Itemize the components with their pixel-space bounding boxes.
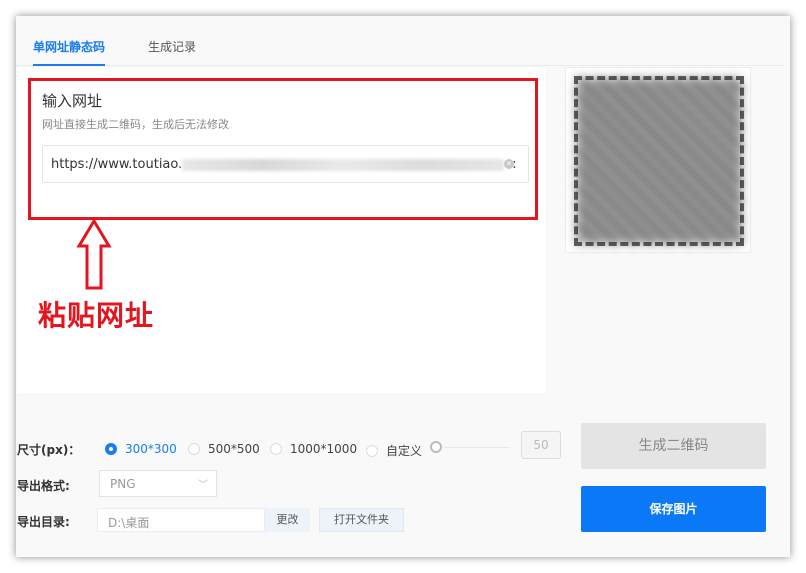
change-directory-button[interactable]: 更改 (265, 508, 310, 532)
tab-single-url-static[interactable]: 单网址静态码 (33, 38, 106, 66)
format-select[interactable]: PNG ﹀ (99, 470, 217, 497)
size-option-custom[interactable]: 自定义 (366, 442, 422, 459)
format-value: PNG (110, 477, 136, 491)
size-slider-track[interactable] (444, 447, 509, 448)
size-slider-handle[interactable] (430, 441, 442, 453)
directory-input[interactable]: D:\桌面 (97, 508, 265, 532)
chevron-down-icon: ﹀ (198, 480, 208, 491)
url-prefix: https://www.toutiao. (51, 157, 183, 172)
option-label: 自定义 (386, 444, 423, 458)
custom-size-input[interactable]: 50 (521, 431, 561, 459)
save-image-button[interactable]: 保存图片 (581, 486, 766, 532)
open-folder-button[interactable]: 打开文件夹 (319, 508, 404, 532)
tab-history[interactable]: 生成记录 (148, 38, 196, 55)
directory-label: 导出目录: (17, 515, 70, 529)
input-subtitle: 网址直接生成二维码，生成后无法修改 (42, 118, 229, 131)
url-input[interactable]: https://www.toutiao.e: ✕ (42, 145, 529, 183)
up-arrow-icon (76, 218, 112, 290)
input-title: 输入网址 (42, 92, 103, 110)
tab-bar: 单网址静态码 生成记录 (16, 16, 784, 66)
size-option-300[interactable]: 300*300 (105, 442, 177, 456)
clear-icon[interactable]: ✕ (504, 159, 514, 169)
option-label: 300*300 (125, 442, 177, 456)
size-label: 尺寸(px)： (17, 443, 81, 457)
generate-qr-button[interactable]: 生成二维码 (581, 423, 766, 469)
paste-url-annotation: 粘贴网址 (38, 299, 155, 332)
option-label: 500*500 (208, 442, 260, 456)
qr-preview (565, 67, 751, 253)
blurred-url-part (182, 158, 505, 171)
format-label: 导出格式: (17, 479, 70, 493)
qr-border (574, 76, 744, 246)
size-option-1000[interactable]: 1000*1000 (270, 442, 357, 456)
option-label: 1000*1000 (290, 442, 358, 456)
size-option-500[interactable]: 500*500 (188, 442, 260, 456)
